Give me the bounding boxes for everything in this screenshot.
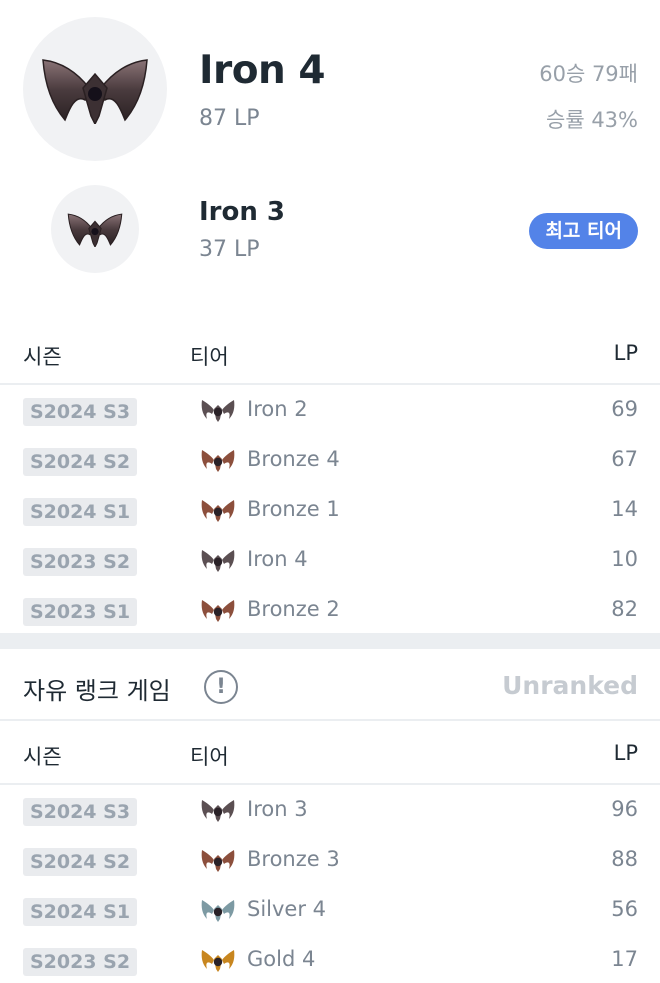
tier-name: Bronze 2 [247, 597, 340, 621]
table-row[interactable]: S2023 S2 Gold 4 17 [0, 937, 660, 983]
current-tier-name: Iron 4 [199, 48, 326, 93]
table-row[interactable]: S2024 S2 Bronze 3 88 [0, 837, 660, 887]
current-tier-lp: 87 LP [199, 106, 260, 131]
solo-history-header: 시즌 티어 LP [0, 325, 660, 385]
table-row[interactable]: S2024 S1 Silver 4 56 [0, 887, 660, 937]
section-divider [0, 633, 660, 649]
tier-lp: 10 [611, 547, 638, 571]
table-row[interactable]: S2024 S1 Bronze 1 14 [0, 487, 660, 537]
iron-emblem-icon [51, 185, 139, 273]
silver-icon [200, 897, 236, 923]
win-loss-record: 60승 79패 [539, 62, 638, 86]
tier-column-header: 티어 [190, 745, 229, 769]
tier-lp: 67 [611, 447, 638, 471]
tier-name: Iron 4 [247, 547, 308, 571]
peak-tier-lp: 37 LP [199, 237, 260, 262]
bronze-icon [200, 597, 236, 623]
flex-rank-status: Unranked [502, 671, 638, 700]
flex-history-header: 시즌 티어 LP [0, 725, 660, 785]
tier-name: Bronze 1 [247, 497, 340, 521]
season-badge: S2024 S2 [23, 448, 137, 476]
table-row[interactable]: S2024 S3 Iron 2 69 [0, 387, 660, 437]
lp-column-header: LP [613, 341, 638, 365]
tier-lp: 96 [611, 797, 638, 821]
tier-lp: 56 [611, 897, 638, 921]
table-row[interactable]: S2023 S2 Iron 4 10 [0, 537, 660, 587]
gold-icon [200, 947, 236, 973]
tier-lp: 82 [611, 597, 638, 621]
win-rate: 승률 43% [546, 108, 638, 132]
season-badge: S2023 S1 [23, 598, 137, 626]
season-badge: S2023 S2 [23, 948, 137, 976]
tier-name: Silver 4 [247, 897, 327, 921]
season-badge: S2024 S3 [23, 798, 137, 826]
tier-name: Gold 4 [247, 947, 316, 971]
season-badge: S2024 S2 [23, 848, 137, 876]
peak-tier-section: Iron 3 37 LP 최고 티어 [0, 175, 660, 295]
tier-lp: 88 [611, 847, 638, 871]
season-badge: S2024 S3 [23, 398, 137, 426]
tier-lp: 17 [611, 947, 638, 971]
bronze-icon [200, 447, 236, 473]
tier-name: Bronze 3 [247, 847, 340, 871]
flex-rank-header: 자유 랭크 게임 ! Unranked [0, 649, 660, 721]
table-row[interactable]: S2024 S2 Bronze 4 67 [0, 437, 660, 487]
tier-column-header: 티어 [190, 345, 229, 369]
peak-tier-badge: 최고 티어 [529, 213, 638, 249]
season-badge: S2024 S1 [23, 498, 137, 526]
lp-column-header: LP [613, 741, 638, 765]
peak-tier-name: Iron 3 [199, 197, 286, 227]
season-badge: S2023 S2 [23, 548, 137, 576]
season-column-header: 시즌 [23, 345, 62, 369]
tier-name: Bronze 4 [247, 447, 340, 471]
tier-lp: 69 [611, 397, 638, 421]
iron-icon [200, 397, 236, 423]
table-row[interactable]: S2023 S1 Bronze 2 82 [0, 587, 660, 637]
tier-name: Iron 3 [247, 797, 308, 821]
bronze-icon [200, 847, 236, 873]
season-column-header: 시즌 [23, 745, 62, 769]
iron-emblem-icon [23, 17, 167, 161]
current-tier-section: Iron 4 87 LP 60승 79패 승률 43% [0, 0, 660, 175]
tier-lp: 14 [611, 497, 638, 521]
table-row[interactable]: S2024 S3 Iron 3 96 [0, 787, 660, 837]
solo-history-list: S2024 S3 Iron 2 69 S2024 S2 Bronze 4 67 S2024 … [0, 387, 660, 637]
bronze-icon [200, 497, 236, 523]
iron-icon [200, 547, 236, 573]
info-icon[interactable]: ! [204, 670, 238, 704]
tier-name: Iron 2 [247, 397, 308, 421]
flex-rank-title: 자유 랭크 게임 [23, 677, 171, 705]
iron-icon [200, 797, 236, 823]
season-badge: S2024 S1 [23, 898, 137, 926]
flex-history-list: S2024 S3 Iron 3 96 S2024 S2 Bronze 3 88 S2024 … [0, 787, 660, 983]
